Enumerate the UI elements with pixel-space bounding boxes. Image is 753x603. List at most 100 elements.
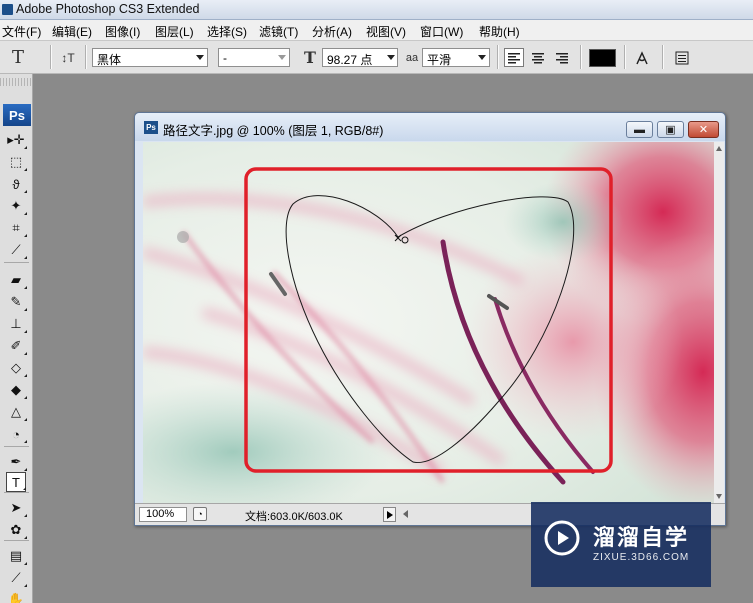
font-size-value: 98.27 点 bbox=[327, 53, 373, 67]
document-title: 路径文字.jpg @ 100% (图层 1, RGB/8#) bbox=[163, 124, 384, 138]
menu-file[interactable]: 文件(F) bbox=[2, 23, 41, 40]
menu-bar: 文件(F) 编辑(E) 图像(I) 图层(L) 选择(S) 滤镜(T) 分析(A… bbox=[0, 20, 753, 41]
lasso-tool-icon[interactable]: ϑ bbox=[6, 174, 27, 194]
paint-bucket-tool-icon[interactable]: ◆ bbox=[6, 380, 27, 400]
toolbox-grip[interactable] bbox=[0, 78, 33, 86]
type-tool-icon[interactable]: T bbox=[6, 472, 26, 492]
document-title-bar[interactable]: Ps 路径文字.jpg @ 100% (图层 1, RGB/8#) ▬ ▣ ✕ bbox=[135, 113, 725, 141]
close-icon: ✕ bbox=[698, 124, 709, 136]
status-menu-button[interactable] bbox=[383, 507, 396, 522]
font-family-value: 黑体 bbox=[97, 53, 122, 67]
chevron-down-icon bbox=[478, 55, 486, 60]
chevron-down-icon bbox=[196, 55, 204, 60]
menu-select[interactable]: 选择(S) bbox=[207, 23, 247, 40]
options-separator bbox=[85, 45, 86, 69]
custom-shape-tool-icon[interactable]: ✿ bbox=[6, 520, 27, 540]
history-brush-tool-icon[interactable]: ✐ bbox=[6, 336, 27, 356]
antialias-icon: aa bbox=[405, 51, 419, 64]
options-separator bbox=[497, 45, 498, 69]
eyedropper-tool-icon[interactable]: ⟋ bbox=[6, 240, 27, 260]
dodge-tool-icon[interactable]: ◔ bbox=[6, 424, 27, 444]
type-tool-preset-icon[interactable]: T bbox=[8, 47, 28, 68]
minimize-button[interactable]: ▬ bbox=[626, 121, 653, 138]
notes-tool-icon[interactable]: ▤ bbox=[6, 546, 27, 566]
font-size-icon: T bbox=[304, 48, 316, 67]
font-style-value: - bbox=[223, 51, 227, 65]
menu-image[interactable]: 图像(I) bbox=[105, 23, 140, 40]
magic-wand-tool-icon[interactable]: ✦ bbox=[6, 196, 27, 216]
scroll-down-icon[interactable] bbox=[716, 494, 722, 499]
clone-stamp-tool-icon[interactable]: ⊥ bbox=[6, 314, 27, 334]
app-title-bar: Adobe Photoshop CS3 Extended bbox=[0, 0, 753, 20]
status-options-icon[interactable]: ◔ bbox=[193, 507, 207, 521]
options-separator bbox=[624, 45, 625, 69]
watermark-brand: 溜溜自学 bbox=[593, 525, 690, 550]
menu-filter[interactable]: 滤镜(T) bbox=[259, 23, 298, 40]
document-icon: Ps bbox=[144, 121, 158, 134]
font-family-select[interactable]: 黑体 bbox=[92, 48, 208, 67]
eraser-tool-icon[interactable]: ◇ bbox=[6, 358, 27, 378]
text-color-swatch[interactable] bbox=[589, 49, 616, 67]
align-right-button[interactable] bbox=[552, 48, 572, 67]
toolbox-separator bbox=[4, 446, 29, 447]
options-separator bbox=[50, 45, 51, 69]
blur-tool-icon[interactable]: △ bbox=[6, 402, 27, 422]
move-tool-icon[interactable]: ▸✛ bbox=[6, 130, 27, 150]
toolbox-separator bbox=[4, 492, 29, 493]
menu-view[interactable]: 视图(V) bbox=[366, 23, 406, 40]
pen-tool-icon[interactable]: ✒ bbox=[6, 452, 27, 472]
app-icon bbox=[2, 4, 13, 15]
scroll-left-icon[interactable] bbox=[403, 510, 408, 518]
document-size-info: 文档:603.0K/603.0K bbox=[245, 511, 343, 523]
play-logo-icon bbox=[544, 520, 580, 556]
align-left-icon bbox=[508, 52, 520, 63]
marquee-tool-icon[interactable]: ⬚ bbox=[6, 152, 27, 172]
crop-tool-icon[interactable]: ⌗ bbox=[6, 218, 27, 238]
chevron-down-icon bbox=[278, 55, 286, 60]
document-window: Ps 路径文字.jpg @ 100% (图层 1, RGB/8#) ▬ ▣ ✕ bbox=[134, 112, 726, 526]
maximize-button[interactable]: ▣ bbox=[657, 121, 684, 138]
antialias-value: 平滑 bbox=[427, 53, 452, 67]
menu-analysis[interactable]: 分析(A) bbox=[312, 23, 352, 40]
image-canvas[interactable] bbox=[143, 142, 714, 503]
vertical-scrollbar[interactable] bbox=[714, 142, 724, 503]
font-size-input[interactable]: 98.27 点 bbox=[322, 48, 398, 67]
zoom-level-field[interactable]: 100% bbox=[139, 507, 187, 522]
brush-tool-icon[interactable]: ✎ bbox=[6, 292, 27, 312]
options-bar: T ↕T 黑体 - T 98.27 点 aa 平滑 bbox=[0, 41, 753, 74]
maximize-icon: ▣ bbox=[665, 124, 676, 136]
character-panel-icon[interactable] bbox=[672, 48, 692, 67]
menu-window[interactable]: 窗口(W) bbox=[420, 23, 463, 40]
warp-text-icon[interactable] bbox=[632, 48, 652, 67]
options-separator bbox=[662, 45, 663, 69]
healing-brush-tool-icon[interactable]: ▰ bbox=[6, 270, 27, 290]
options-separator bbox=[580, 45, 581, 69]
chevron-down-icon bbox=[387, 55, 395, 60]
scroll-up-icon[interactable] bbox=[716, 146, 722, 151]
align-center-button[interactable] bbox=[528, 48, 548, 67]
app-title: Adobe Photoshop CS3 Extended bbox=[16, 2, 200, 16]
close-button[interactable]: ✕ bbox=[688, 121, 719, 138]
menu-help[interactable]: 帮助(H) bbox=[479, 23, 520, 40]
toolbox-separator bbox=[4, 540, 29, 541]
toolbox: Ps ▸✛ ⬚ ϑ ✦ ⌗ ⟋ ▰ ✎ ⊥ ✐ ◇ ◆ △ ◔ ✒ T ➤ ✿ ▤ ⟋ ✋ bbox=[0, 74, 33, 603]
hand-tool-icon[interactable]: ✋ bbox=[6, 590, 26, 603]
menu-edit[interactable]: 编辑(E) bbox=[52, 23, 92, 40]
text-orientation-toggle-icon[interactable]: ↕T bbox=[58, 48, 78, 67]
menu-layer[interactable]: 图层(L) bbox=[155, 23, 194, 40]
panel-toggle-glyph bbox=[675, 51, 689, 64]
path-selection-tool-icon[interactable]: ➤ bbox=[6, 498, 27, 518]
font-style-select[interactable]: - bbox=[218, 48, 290, 67]
align-left-button[interactable] bbox=[504, 48, 524, 67]
photoshop-logo[interactable]: Ps bbox=[3, 104, 31, 126]
eyedropper2-tool-icon[interactable]: ⟋ bbox=[6, 568, 27, 588]
antialias-select[interactable]: 平滑 bbox=[422, 48, 490, 67]
minimize-icon: ▬ bbox=[634, 123, 645, 136]
align-right-icon bbox=[556, 52, 568, 63]
toolbox-separator bbox=[4, 262, 29, 263]
warp-text-glyph bbox=[636, 50, 648, 64]
align-center-icon bbox=[532, 52, 544, 63]
flower-photo bbox=[143, 142, 714, 503]
watermark-site: ZIXUE.3D66.COM bbox=[593, 552, 690, 563]
watermark: 溜溜自学 ZIXUE.3D66.COM bbox=[531, 502, 711, 587]
